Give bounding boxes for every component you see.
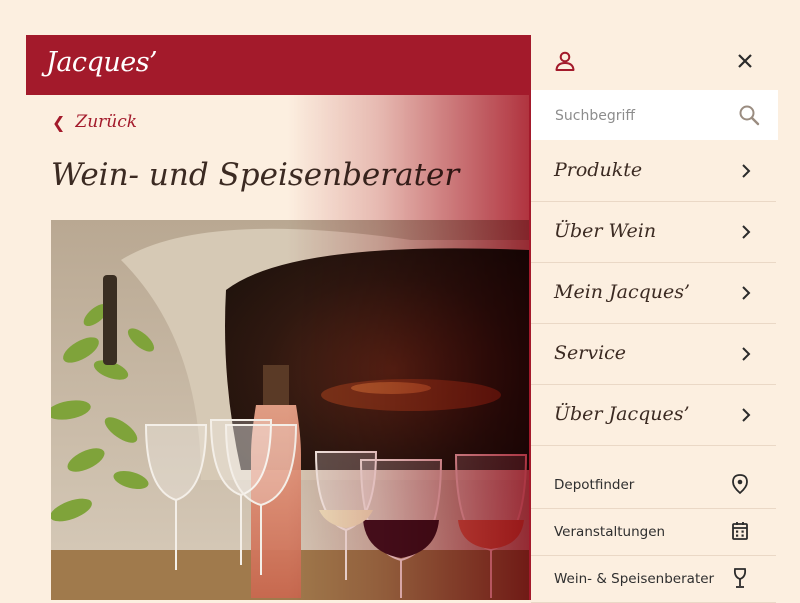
chevron-right-icon xyxy=(742,408,751,422)
nav-item-label: Über Wein xyxy=(554,220,657,242)
chevron-right-icon xyxy=(742,225,751,239)
chevron-right-icon xyxy=(742,347,751,361)
nav-item-ueber-jacques[interactable]: Über Jacques’ xyxy=(531,385,776,446)
brand-logo[interactable]: Jacques’ xyxy=(46,47,158,78)
util-item-label: Depotfinder xyxy=(554,477,635,493)
user-icon[interactable] xyxy=(553,49,577,73)
util-item-label: Veranstaltungen xyxy=(554,524,666,540)
back-link[interactable]: ❮ Zurück xyxy=(52,112,137,132)
wine-glass-icon xyxy=(733,568,747,588)
nav-item-label: Service xyxy=(554,342,627,364)
search-icon[interactable] xyxy=(738,104,760,126)
chevron-right-icon xyxy=(742,164,751,178)
main-page: Jacques’ ❮ Zurück Wein- und Speisenberat… xyxy=(26,35,529,600)
main-nav: Produkte Über Wein Mein Jacques’ Service… xyxy=(531,141,776,446)
util-item-wein-speisenberater[interactable]: Wein- & Speisenberater xyxy=(531,556,776,603)
chevron-right-icon xyxy=(742,286,751,300)
nav-item-service[interactable]: Service xyxy=(531,324,776,385)
chevron-left-icon: ❮ xyxy=(52,112,66,132)
nav-item-label: Über Jacques’ xyxy=(554,403,690,425)
close-icon[interactable] xyxy=(734,50,756,72)
nav-item-label: Produkte xyxy=(554,159,643,181)
nav-item-mein-jacques[interactable]: Mein Jacques’ xyxy=(531,263,776,324)
site-header: Jacques’ xyxy=(26,35,529,95)
hero-photo xyxy=(51,220,529,600)
back-label: Zurück xyxy=(75,112,138,132)
nav-item-ueber-wein[interactable]: Über Wein xyxy=(531,202,776,263)
calendar-icon xyxy=(732,522,748,540)
nav-item-label: Mein Jacques’ xyxy=(554,281,691,303)
location-pin-icon xyxy=(732,474,748,495)
page-title: Wein- und Speisenberater xyxy=(51,157,460,193)
util-item-depotfinder[interactable]: Depotfinder xyxy=(531,462,776,509)
util-item-veranstaltungen[interactable]: Veranstaltungen xyxy=(531,509,776,556)
utility-links: Depotfinder Veranstaltungen Wein- & Spei… xyxy=(531,462,776,603)
nav-item-produkte[interactable]: Produkte xyxy=(531,141,776,202)
menu-drawer: Produkte Über Wein Mein Jacques’ Service… xyxy=(529,35,778,603)
util-item-label: Wein- & Speisenberater xyxy=(554,571,715,587)
search-input[interactable] xyxy=(553,103,727,129)
drawer-header xyxy=(531,35,776,90)
search-bar xyxy=(531,90,778,140)
